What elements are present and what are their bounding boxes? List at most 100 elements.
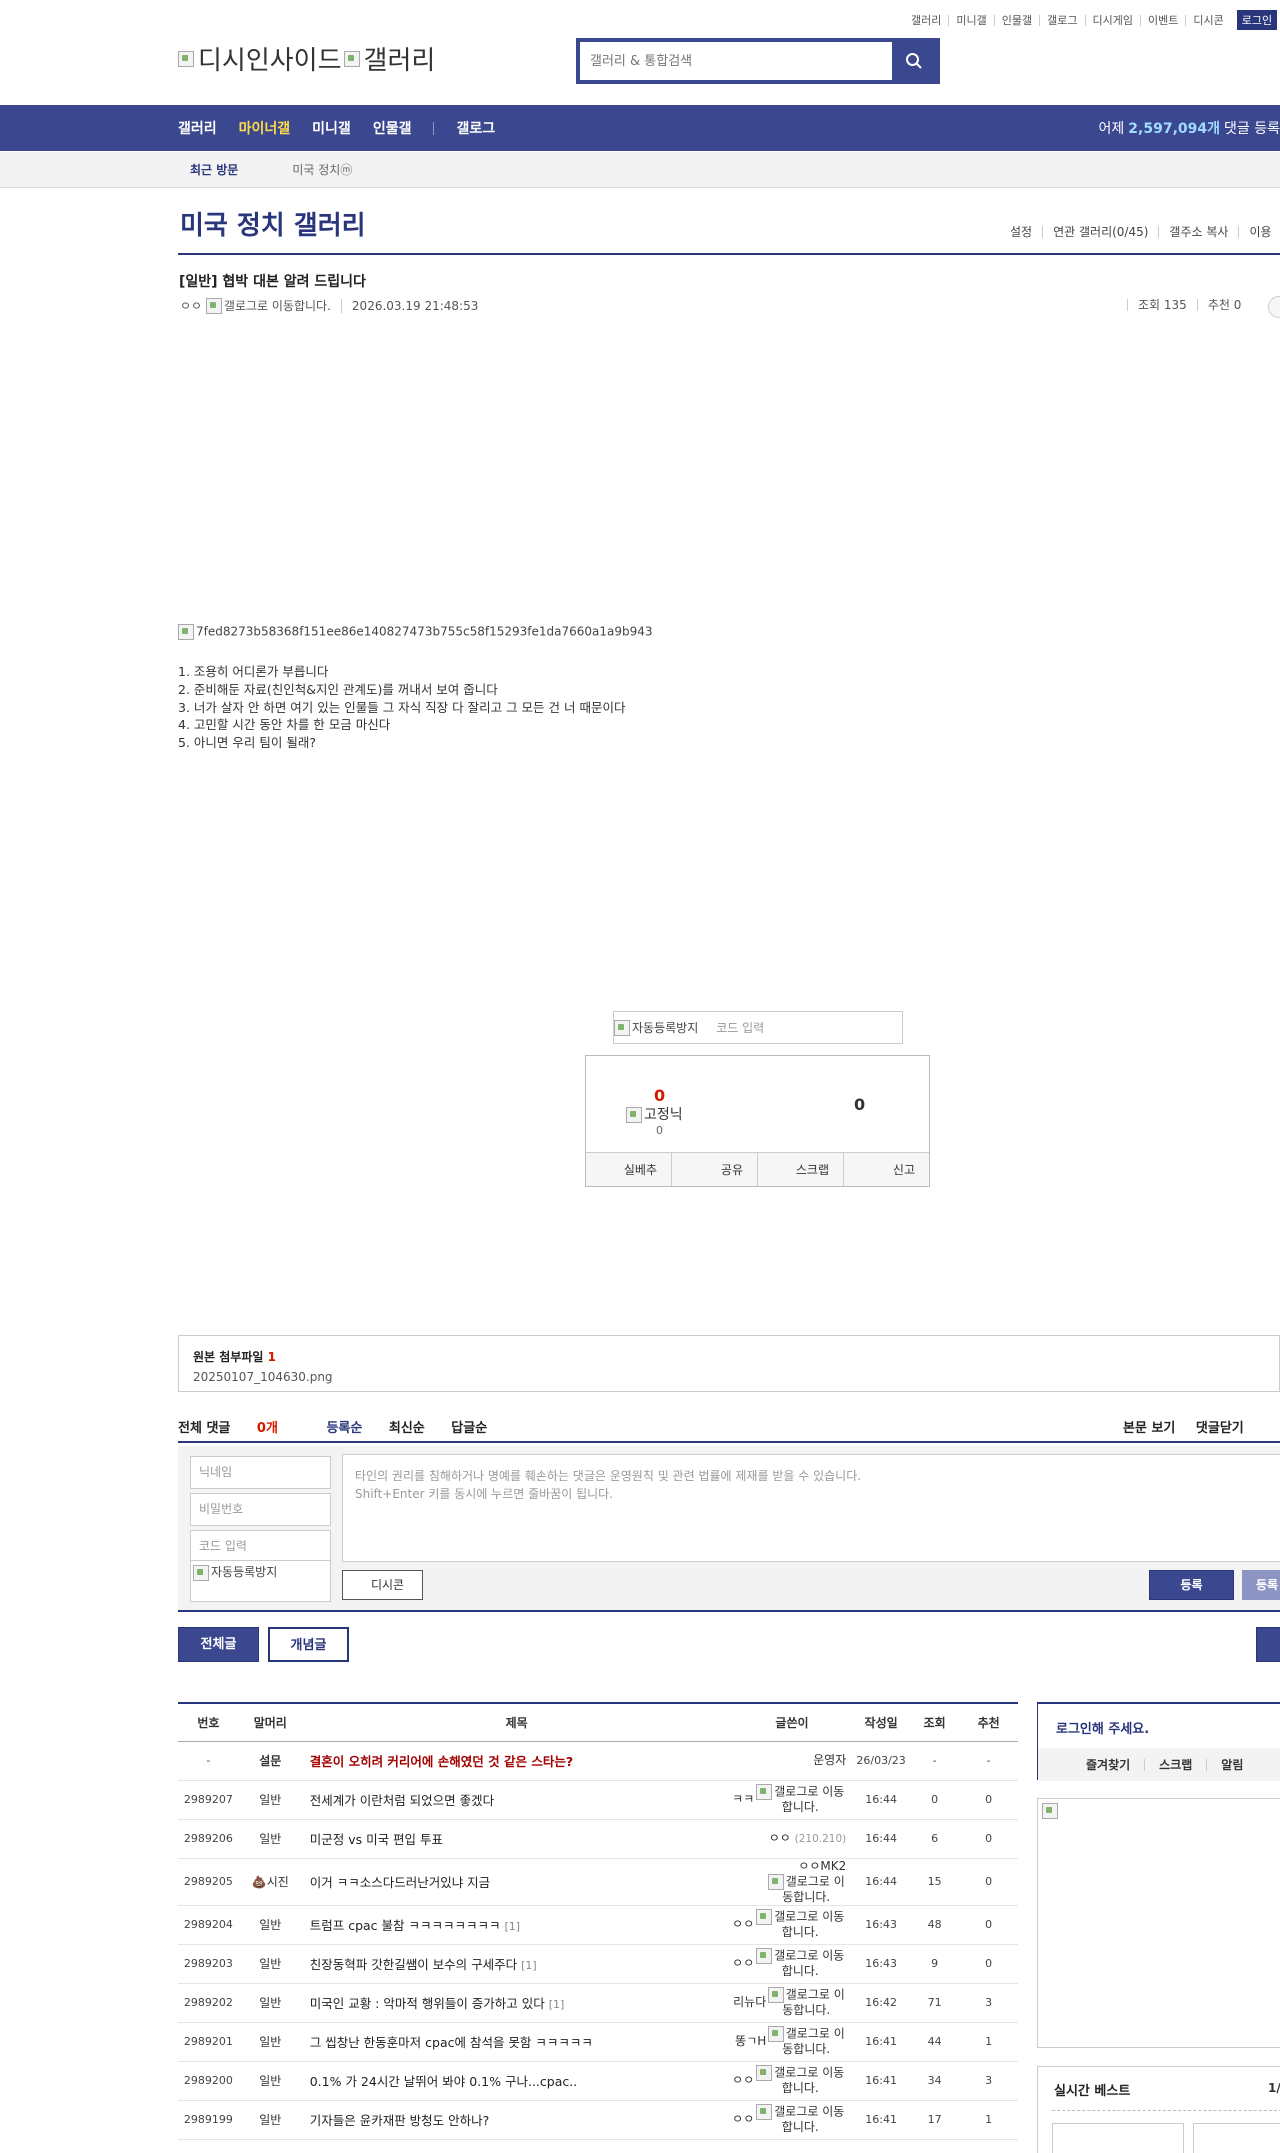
- close-comments-link[interactable]: 댓글닫기: [1196, 1421, 1244, 1436]
- row-subject-text[interactable]: 그 씹창난 한동훈마저 cpac에 참석을 못함 ㅋㅋㅋㅋㅋ: [310, 2035, 593, 2050]
- row-writer[interactable]: ㅇㅇ 갤로그로 이동합니다.: [731, 1944, 853, 1984]
- row-subject-text[interactable]: 0.1% 가 24시간 날뛰어 봐야 0.1% 구나...cpac..: [310, 2074, 577, 2089]
- row-writer[interactable]: ㅇㅇ 갤로그로 이동합니다.: [731, 1905, 853, 1945]
- gallery-title[interactable]: 미국 정치 갤러리: [180, 205, 366, 242]
- row-subject[interactable]: 이거 ㅋㅋ소스다드러난거있냐 지금: [301, 1858, 732, 1906]
- share-button[interactable]: 공유: [671, 1153, 757, 1186]
- row-writer[interactable]: ㅇㅇ 갤로그로 이동합니다.: [731, 2100, 853, 2140]
- attachment-file[interactable]: 20250107_104630.png: [193, 1370, 1265, 1384]
- sort-by-reply[interactable]: 답글순: [451, 1421, 487, 1436]
- nav-mini-gallery[interactable]: 미니갤: [312, 118, 351, 138]
- sort-by-register[interactable]: 등록순: [326, 1421, 362, 1436]
- row-writer-nick[interactable]: ㅇㅇ: [732, 1956, 754, 1970]
- row-subject[interactable]: 전세계가 이란처럼 되었으면 좋겠다: [301, 1780, 732, 1820]
- nav-gallog[interactable]: 갤로그: [456, 118, 495, 138]
- nav-person-gallery[interactable]: 인물갤: [373, 118, 412, 138]
- row-writer[interactable]: ㅇㅇ (222.120): [731, 2139, 853, 2153]
- row-writer-nick[interactable]: ㅇㅇMK2: [798, 1859, 846, 1873]
- row-reply-count[interactable]: [1]: [504, 1920, 520, 1933]
- row-subject-text[interactable]: 미군정 vs 미국 편입 투표: [310, 1832, 443, 1847]
- table-row[interactable]: 2989206 일반 미군정 vs 미국 편입 투표 ㅇㅇ (210.210) 16:…: [178, 1819, 1018, 1859]
- nickname-field[interactable]: 닉네임: [190, 1456, 331, 1489]
- sort-by-latest[interactable]: 최신순: [389, 1421, 425, 1436]
- login-prompt[interactable]: 로그인해 주세요.: [1056, 1718, 1149, 1737]
- gallog-icon[interactable]: [756, 2104, 773, 2120]
- gallog-icon[interactable]: [205, 297, 222, 314]
- recommend-down-count[interactable]: 0: [854, 1095, 865, 1114]
- row-subject[interactable]: 기자들은 윤카재판 방청도 안하나?: [301, 2100, 732, 2140]
- realtime-best-item[interactable]: [1193, 2123, 1280, 2153]
- util-link-gallery[interactable]: 갤러리: [904, 15, 948, 26]
- table-row[interactable]: 2989200 일반 0.1% 가 24시간 날뛰어 봐야 0.1% 구나...cp…: [178, 2061, 1018, 2101]
- row-writer[interactable]: ㅇㅇ (210.210): [731, 1819, 853, 1859]
- dccon-button[interactable]: 디시콘: [342, 1570, 423, 1600]
- table-row[interactable]: 2989204 일반 트럼프 cpac 불참 ㅋㅋㅋㅋㅋㅋㅋㅋ [1] ㅇㅇ갤로그로 …: [178, 1905, 1018, 1945]
- search-input[interactable]: [580, 42, 892, 80]
- row-subject-text[interactable]: 미국인 교황 : 악마적 행위들이 증가하고 있다: [310, 1996, 545, 2011]
- gallog-icon[interactable]: [756, 1909, 773, 1925]
- row-subject[interactable]: 그 씹창난 한동훈마저 cpac에 참석을 못함 ㅋㅋㅋㅋㅋ: [301, 2022, 732, 2062]
- row-writer-nick[interactable]: 똥ㄱH: [735, 2034, 766, 2048]
- row-subject[interactable]: 미국인 교황 : 악마적 행위들이 증가하고 있다 [1]: [301, 1983, 732, 2023]
- notice-row[interactable]: - 설문 결혼이 오히려 커리어에 손해였던 것 같은 스타는? 운영자 26/03/…: [178, 1741, 1018, 1781]
- gallog-icon[interactable]: [767, 1987, 784, 2003]
- comment-code-field[interactable]: 코드 입력: [190, 1530, 331, 1561]
- row-subject[interactable]: 내 친구들도 이재명 연임 마렵다더라 [1]: [301, 2139, 732, 2153]
- copy-address-link[interactable]: 갤주소 복사: [1158, 226, 1238, 238]
- row-writer[interactable]: 똥ㄱH 갤로그로 이동합니다.: [731, 2022, 853, 2062]
- table-row[interactable]: 2989205 💩시진 이거 ㅋㅋ소스다드러난거있냐 지금 ㅇㅇMK2갤로그로 이동…: [178, 1858, 1018, 1906]
- nav-minor-gallery[interactable]: 마이너갤: [239, 118, 291, 138]
- recent-visit-item[interactable]: 미국 정치ⓜ: [292, 161, 352, 178]
- row-reply-count[interactable]: [1]: [549, 1998, 565, 2011]
- table-row[interactable]: 2989198일반내 친구들도 이재명 연임 마렵다더라 [1]ㅇㅇ (222.…: [178, 2139, 1018, 2153]
- util-link-dccon[interactable]: 디시콘: [1185, 14, 1230, 26]
- search-button[interactable]: [892, 42, 936, 80]
- captcha-code-input[interactable]: 코드 입력: [716, 1019, 764, 1036]
- util-link-mini[interactable]: 미니갤: [948, 14, 993, 26]
- row-subject[interactable]: 트럼프 cpac 불참 ㅋㅋㅋㅋㅋㅋㅋㅋ [1]: [301, 1905, 732, 1945]
- login-button[interactable]: 로그인: [1236, 10, 1278, 30]
- tab-concept-posts[interactable]: 개념글: [268, 1627, 349, 1662]
- gallog-icon[interactable]: [756, 1948, 773, 1964]
- row-subject[interactable]: 친장동혁파 갓한길쌤이 보수의 구세주다 [1]: [301, 1944, 732, 1984]
- row-writer-nick[interactable]: ㅋㅋ: [732, 1792, 754, 1806]
- gallog-icon[interactable]: [767, 1873, 784, 1890]
- row-subject[interactable]: 0.1% 가 24시간 날뛰어 봐야 0.1% 구나...cpac..: [301, 2061, 732, 2101]
- row-subject-text[interactable]: 친장동혁파 갓한길쌤이 보수의 구세주다: [310, 1957, 517, 1972]
- more-circle-button[interactable]: [1268, 296, 1280, 318]
- notice-link[interactable]: 알림: [1206, 1758, 1257, 1771]
- row-writer-nick[interactable]: 리뉴다: [733, 1995, 766, 2009]
- row-writer[interactable]: ㅇㅇ 갤로그로 이동합니다.: [731, 2061, 853, 2101]
- util-link-gallog[interactable]: 갤로그: [1039, 14, 1084, 26]
- scrap-button[interactable]: 스크랩: [757, 1153, 843, 1186]
- realtime-best-item[interactable]: [1052, 2123, 1184, 2153]
- row-writer-nick[interactable]: ㅇㅇ: [769, 1831, 791, 1845]
- report-button[interactable]: 신고: [843, 1153, 929, 1186]
- row-subject-text[interactable]: 이거 ㅋㅋ소스다드러난거있냐 지금: [310, 1875, 490, 1890]
- favorites-link[interactable]: 즐겨찾기: [1038, 1759, 1144, 1771]
- row-writer[interactable]: ㅋㅋ 갤로그로 이동합니다.: [731, 1780, 853, 1820]
- util-link-event[interactable]: 이벤트: [1139, 14, 1185, 26]
- gallog-icon[interactable]: [756, 2065, 773, 2081]
- sidebar-ad[interactable]: [1037, 1798, 1280, 2048]
- table-row[interactable]: 2989201 일반 그 씹창난 한동훈마저 cpac에 참석을 못함 ㅋㅋㅋㅋㅋ …: [178, 2022, 1018, 2062]
- nav-gallery[interactable]: 갤러리: [178, 118, 217, 138]
- tab-all-posts[interactable]: 전체글: [178, 1627, 259, 1662]
- row-writer-nick[interactable]: ㅇㅇ: [732, 2112, 754, 2126]
- row-subject-text[interactable]: 전세계가 이란처럼 되었으면 좋겠다: [310, 1793, 494, 1808]
- table-row[interactable]: 2989207 일반 전세계가 이란처럼 되었으면 좋겠다 ㅋㅋ 갤로그로 이동합니다…: [178, 1780, 1018, 1820]
- row-writer-nick[interactable]: ㅇㅇ: [732, 1917, 754, 1931]
- gallog-icon[interactable]: [756, 1784, 773, 1800]
- gallog-icon[interactable]: [767, 2026, 784, 2042]
- scrap-link[interactable]: 스크랩: [1144, 1758, 1206, 1771]
- related-gallery-link[interactable]: 연관 갤러리(0/45): [1042, 226, 1158, 238]
- comment-submit-button[interactable]: 등록: [1149, 1570, 1234, 1600]
- recommend-up-count[interactable]: 0: [654, 1086, 665, 1105]
- row-subject[interactable]: 미군정 vs 미국 편입 투표: [301, 1819, 732, 1859]
- row-writer-nick[interactable]: 운영자: [813, 1753, 846, 1767]
- row-writer-nick[interactable]: ㅇㅇ: [732, 2073, 754, 2087]
- gallery-setting-link[interactable]: 설정: [1000, 226, 1042, 238]
- comment-textarea[interactable]: 타인의 권리를 침해하거나 명예를 훼손하는 댓글은 운영원칙 및 관련 법률에…: [342, 1454, 1280, 1562]
- row-subject-text[interactable]: 트럼프 cpac 불참 ㅋㅋㅋㅋㅋㅋㅋㅋ: [310, 1918, 501, 1933]
- comment-submit-recommend-button[interactable]: 등록: [1242, 1570, 1280, 1600]
